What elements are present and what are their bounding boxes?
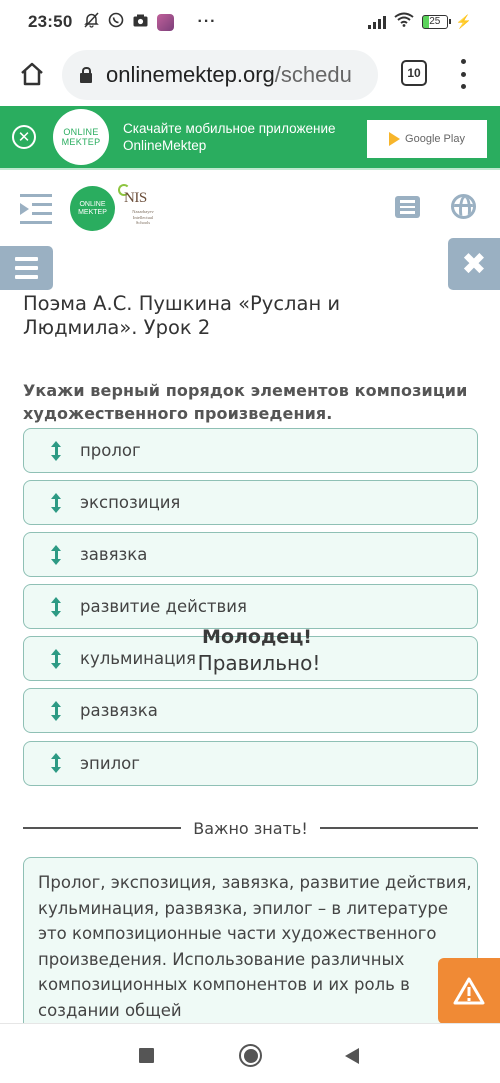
ordering-item[interactable]: развязка	[23, 688, 478, 734]
info-box: Пролог, экспозиция, завязка, развитие де…	[23, 857, 478, 1037]
logo-line2: MEKTEP	[61, 137, 101, 147]
url-text: onlinemektep.org/schedu	[106, 62, 352, 88]
wifi-icon	[394, 12, 414, 32]
ordering-item-label: развязка	[80, 701, 158, 721]
drag-handle-icon[interactable]	[51, 753, 61, 774]
close-icon: ✖	[461, 246, 487, 282]
app-icon	[157, 13, 175, 31]
menu-dot-icon	[460, 59, 466, 64]
home-icon	[21, 62, 43, 86]
divider-line	[319, 827, 478, 829]
list-icon-line	[400, 211, 415, 214]
onlinemektep-banner-logo: ONLINE MEKTEP	[53, 109, 109, 165]
notifications-muted-icon	[84, 12, 100, 32]
google-play-icon	[389, 132, 401, 146]
system-nav-bar	[0, 1023, 500, 1083]
tab-switcher-button[interactable]: 10	[401, 60, 427, 86]
important-divider: Важно знать!	[23, 818, 478, 838]
logo-line2: MEKTEP	[78, 208, 107, 216]
url-domain: onlinemektep.org	[106, 62, 275, 87]
sidebar-toggle-icon	[20, 194, 52, 197]
url-path: /schedu	[274, 62, 352, 87]
signal-icon	[367, 15, 386, 29]
charging-icon: ⚡	[455, 14, 472, 29]
system-back-button[interactable]	[345, 1048, 359, 1064]
ordering-item[interactable]: развитие действия	[23, 584, 478, 630]
google-play-button[interactable]: Google Play	[367, 120, 487, 158]
recent-apps-button[interactable]	[139, 1048, 154, 1063]
google-play-label: Google Play	[405, 133, 465, 145]
task-list-button[interactable]	[395, 196, 420, 218]
lesson-menu-button[interactable]	[0, 246, 53, 290]
status-bar: 23:50 ··· 25 ⚡	[0, 0, 500, 44]
camera-icon	[133, 14, 148, 31]
list-icon	[400, 200, 415, 203]
browser-menu-button[interactable]	[458, 59, 468, 89]
drag-handle-icon[interactable]	[51, 596, 61, 617]
nis-logo: NIS Nazarbayev Intellectual Schools	[118, 184, 160, 232]
report-problem-button[interactable]	[438, 958, 500, 1024]
ordering-item[interactable]: экспозиция	[23, 480, 478, 526]
battery-icon: 25	[421, 15, 451, 29]
hamburger-icon-line	[15, 275, 38, 279]
lock-icon	[80, 66, 92, 83]
nis-subtitle: Nazarbayev Intellectual Schools	[132, 209, 154, 225]
ordering-item[interactable]: кульминация	[23, 636, 478, 682]
banner-close-button[interactable]: ✕	[12, 125, 36, 149]
ordering-item-label: кульминация	[80, 649, 196, 669]
task-question: Укажи верный порядок элементов композици…	[23, 381, 468, 423]
close-lesson-button[interactable]: ✖	[448, 238, 500, 290]
sidebar-toggle-button[interactable]	[20, 194, 52, 224]
hamburger-icon-line	[15, 266, 38, 270]
menu-dot-icon	[460, 84, 466, 89]
more-dots-icon: ···	[197, 13, 217, 30]
system-home-button[interactable]	[239, 1044, 262, 1067]
home-button[interactable]	[17, 59, 47, 89]
info-text: Пролог, экспозиция, завязка, развитие де…	[38, 873, 472, 1020]
onlinemektep-logo[interactable]: ONLINE MEKTEP	[70, 186, 115, 231]
whatsapp-icon	[108, 12, 124, 32]
drag-handle-icon[interactable]	[51, 492, 61, 513]
sidebar-toggle-icon-line	[32, 203, 52, 206]
banner-text-line1: Скачайте мобильное приложение	[123, 121, 336, 136]
ordering-item[interactable]: завязка	[23, 532, 478, 578]
status-time: 23:50	[28, 12, 73, 31]
address-bar[interactable]: onlinemektep.org/schedu	[62, 50, 378, 100]
ordering-list: пролог экспозиция завязка развитие дейст…	[23, 428, 478, 793]
logo-line1: ONLINE	[79, 200, 106, 208]
ordering-item-label: экспозиция	[80, 493, 181, 513]
lesson-title: Поэма А.С. Пушкина «Руслан и Людмила». У…	[23, 292, 341, 339]
warning-icon	[453, 977, 485, 1005]
sidebar-toggle-icon-line	[32, 212, 52, 215]
app-download-banner: ✕ ONLINE MEKTEP Скачайте мобильное прило…	[0, 106, 500, 168]
status-icons-left: ···	[84, 12, 216, 32]
drag-handle-icon[interactable]	[51, 440, 61, 461]
ordering-item[interactable]: пролог	[23, 428, 478, 473]
nis-title: NIS	[124, 190, 147, 206]
ordering-item-label: эпилог	[80, 753, 140, 773]
banner-text-line2: OnlineMektep	[123, 138, 207, 153]
drag-handle-icon[interactable]	[51, 700, 61, 721]
status-icons-right: 25 ⚡	[367, 12, 472, 32]
language-button[interactable]	[451, 194, 476, 219]
ordering-item-label: развитие действия	[80, 597, 247, 617]
logo-line1: ONLINE	[63, 127, 99, 137]
divider-line	[23, 827, 182, 829]
ordering-item-label: пролог	[80, 441, 141, 460]
list-icon-line	[400, 205, 415, 208]
hamburger-icon	[15, 257, 38, 261]
site-header: ONLINE MEKTEP NIS Nazarbayev Intellectua…	[0, 170, 500, 240]
banner-text: Скачайте мобильное приложение OnlineMekt…	[123, 120, 336, 154]
sidebar-toggle-arrow	[20, 203, 29, 215]
drag-handle-icon[interactable]	[51, 648, 61, 669]
sidebar-toggle-icon-line	[20, 221, 52, 224]
browser-toolbar: onlinemektep.org/schedu 10	[0, 44, 500, 104]
menu-dot-icon	[460, 71, 466, 77]
ordering-item-label: завязка	[80, 545, 148, 565]
ordering-item[interactable]: эпилог	[23, 740, 478, 786]
important-heading: Важно знать!	[193, 818, 308, 838]
drag-handle-icon[interactable]	[51, 544, 61, 565]
